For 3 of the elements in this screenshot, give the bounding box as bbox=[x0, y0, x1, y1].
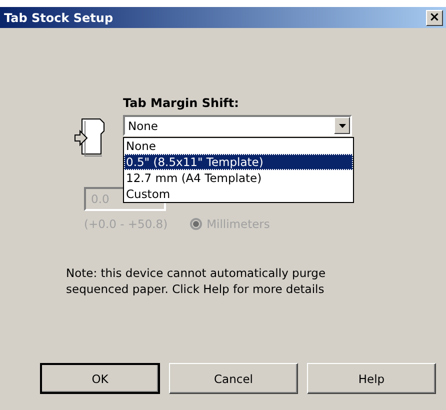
margin-shift-label: Tab Margin Shift: bbox=[123, 96, 240, 110]
note-text: Note: this device cannot automatically purge sequenced paper. Click Help for more details bbox=[66, 265, 327, 297]
window-title: Tab Stock Setup bbox=[4, 10, 114, 24]
